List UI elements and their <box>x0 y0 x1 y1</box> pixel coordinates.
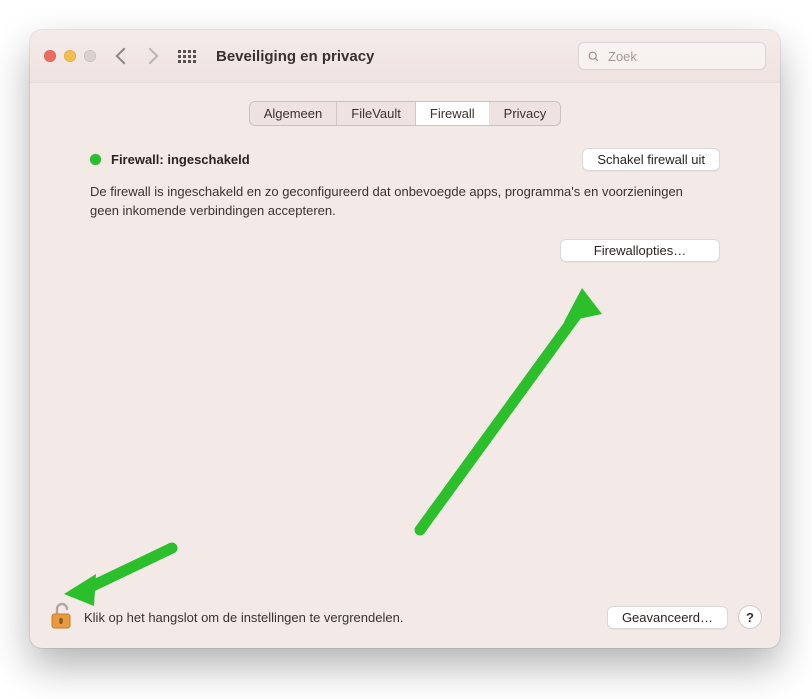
firewall-options-button[interactable]: Firewallopties… <box>560 239 720 262</box>
firewall-status-row: Firewall: ingeschakeld Schakel firewall … <box>60 142 750 177</box>
tab-privacy[interactable]: Privacy <box>490 102 561 125</box>
nav-arrows <box>118 50 156 62</box>
back-button[interactable] <box>116 48 133 65</box>
firewall-status-label: Firewall: ingeschakeld <box>111 152 250 167</box>
lock-hint-text: Klik op het hangslot om de instellingen … <box>84 610 403 625</box>
annotation-arrow-to-options <box>400 280 610 540</box>
firewall-description: De firewall is ingeschakeld en zo geconf… <box>60 177 720 221</box>
minimize-window-button[interactable] <box>64 50 76 62</box>
help-button[interactable]: ? <box>738 605 762 629</box>
window-title: Beveiliging en privacy <box>216 48 374 65</box>
bottom-bar: Klik op het hangslot om de instellingen … <box>30 592 780 648</box>
titlebar: Beveiliging en privacy <box>30 30 780 83</box>
toggle-firewall-button[interactable]: Schakel firewall uit <box>582 148 720 171</box>
tab-general[interactable]: Algemeen <box>250 102 338 125</box>
preferences-window: Beveiliging en privacy Algemeen FileVaul… <box>30 30 780 648</box>
show-all-icon[interactable] <box>178 50 196 63</box>
zoom-window-button[interactable] <box>84 50 96 62</box>
lock-icon[interactable] <box>48 602 74 632</box>
firewall-pane: Firewall: ingeschakeld Schakel firewall … <box>30 138 780 262</box>
tab-firewall[interactable]: Firewall <box>416 102 490 125</box>
tabs-row: Algemeen FileVault Firewall Privacy <box>30 83 780 138</box>
search-input[interactable] <box>606 48 757 65</box>
advanced-button[interactable]: Geavanceerd… <box>607 606 728 629</box>
close-window-button[interactable] <box>44 50 56 62</box>
search-field[interactable] <box>578 42 766 70</box>
forward-button[interactable] <box>142 48 159 65</box>
search-icon <box>587 50 600 63</box>
tabs: Algemeen FileVault Firewall Privacy <box>249 101 562 126</box>
status-indicator-icon <box>90 154 101 165</box>
tab-filevault[interactable]: FileVault <box>337 102 416 125</box>
window-controls <box>44 50 96 62</box>
